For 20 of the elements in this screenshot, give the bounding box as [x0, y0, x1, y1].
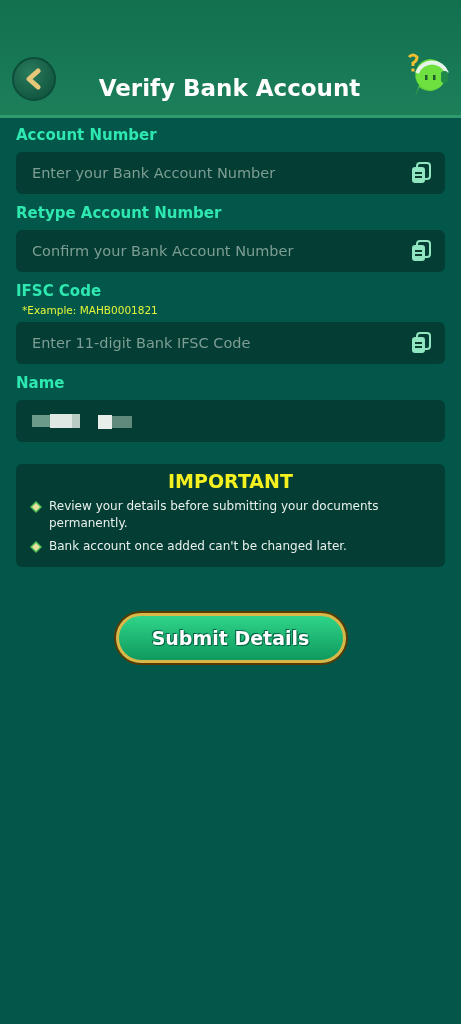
field-label: Retype Account Number [16, 204, 223, 222]
notice-text: Review your details before submitting your documents permanently. [49, 498, 380, 532]
field-label: Name [16, 374, 66, 392]
input-field[interactable]: Enter 11-digit Bank IFSC Code [16, 322, 445, 364]
paste-icon[interactable] [411, 162, 431, 184]
back-button[interactable] [12, 57, 56, 101]
input-field[interactable] [16, 400, 445, 442]
paste-icon[interactable] [411, 332, 431, 354]
paste-icon[interactable] [411, 240, 431, 262]
input-field[interactable]: Enter your Bank Account Number [16, 152, 445, 194]
notice-text: Bank account once added can't be changed later. [49, 538, 347, 555]
submit-button[interactable]: Submit Details [115, 613, 346, 663]
field-label: IFSC Code [16, 282, 103, 300]
input-field[interactable]: Confirm your Bank Account Number [16, 230, 445, 272]
notice-title: IMPORTANT [168, 470, 293, 492]
gem-bullet-icon [30, 541, 42, 553]
field-label: Account Number [16, 126, 158, 144]
page-title: Verify Bank Account [97, 75, 362, 101]
gem-bullet-icon [30, 501, 42, 513]
field-hint: *Example: MAHB0001821 [22, 304, 159, 316]
